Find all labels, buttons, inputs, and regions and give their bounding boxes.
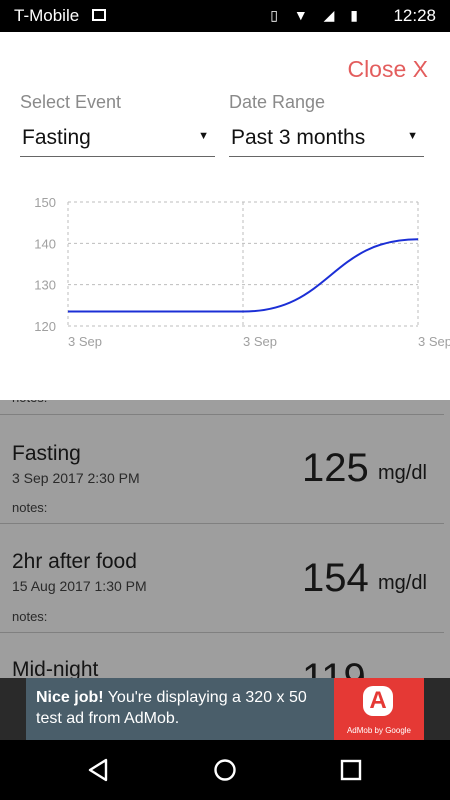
- ad-banner[interactable]: Nice job! You're displaying a 320 x 50 t…: [0, 678, 450, 740]
- event-select-value: Fasting: [22, 126, 91, 149]
- x-tick-label: 3 Sep: [418, 334, 450, 349]
- date-range-select[interactable]: Past 3 months ▼: [229, 120, 424, 157]
- ad-text: Nice job! You're displaying a 320 x 50 t…: [36, 687, 336, 729]
- back-icon[interactable]: [86, 757, 112, 783]
- admob-logo: A AdMob by Google: [334, 678, 424, 740]
- close-button[interactable]: Close X: [347, 56, 428, 83]
- y-tick-label: 150: [34, 195, 56, 210]
- glucose-line-chart: 120 130 140 150 3 Sep 3 Sep 3 Sep: [34, 195, 450, 349]
- chart-dialog: Close X Select Event Fasting ▼ Date Rang…: [0, 32, 450, 400]
- event-select[interactable]: Fasting ▼: [20, 120, 215, 157]
- ad-headline: Nice job!: [36, 689, 104, 706]
- date-range-label: Date Range: [229, 92, 326, 112]
- admob-brand: AdMob by Google: [346, 726, 412, 735]
- ad-content[interactable]: Nice job! You're displaying a 320 x 50 t…: [26, 678, 424, 740]
- system-status-icons: ▯ ▼ ◢ ▮: [270, 7, 364, 23]
- home-icon[interactable]: [212, 757, 238, 783]
- navigation-bar: [0, 740, 450, 800]
- image-notification-icon: [92, 9, 106, 21]
- admob-icon: A: [363, 686, 393, 716]
- select-event-label: Select Event: [20, 92, 122, 112]
- y-tick-label: 140: [34, 236, 56, 251]
- status-bar: T-Mobile ▯ ▼ ◢ ▮ 12:28: [0, 0, 450, 32]
- dropdown-arrow-icon: ▼: [407, 130, 418, 142]
- recents-icon[interactable]: [338, 757, 364, 783]
- clock: 12:28: [393, 6, 436, 25]
- date-range-select-value: Past 3 months: [231, 126, 366, 149]
- x-tick-label: 3 Sep: [68, 334, 102, 349]
- x-tick-label: 3 Sep: [243, 334, 277, 349]
- y-tick-label: 120: [34, 319, 56, 334]
- y-tick-label: 130: [34, 278, 56, 293]
- carrier-name: T-Mobile: [14, 6, 80, 25]
- dropdown-arrow-icon: ▼: [198, 130, 209, 142]
